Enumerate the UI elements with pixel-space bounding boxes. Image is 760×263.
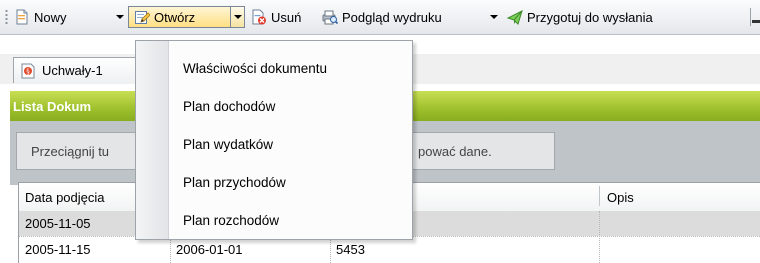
column-header-label: Opis [607, 189, 634, 205]
tab-uchwaly[interactable]: § Uchwały-1 [13, 57, 148, 83]
menu-item-plan-dochodow[interactable]: Plan dochodów [169, 88, 412, 124]
column-divider[interactable] [599, 186, 600, 206]
delete-button[interactable]: Usuń [247, 4, 305, 30]
print-preview-button-label: Podgląd wydruku [342, 9, 442, 25]
toolbar-separator [750, 8, 751, 26]
edit-document-icon [134, 9, 151, 25]
delete-document-icon [251, 9, 267, 25]
print-preview-dropdown-arrow[interactable] [490, 15, 498, 19]
print-preview-icon [322, 9, 339, 25]
cell-number: 5453 [331, 237, 599, 262]
menu-item-document-properties[interactable]: Właściwości dokumentu [169, 50, 412, 86]
menu-item-label: Plan rozchodów [183, 212, 280, 228]
document-icon: § [20, 63, 36, 79]
group-by-box-end: pować dane. [412, 132, 555, 170]
new-button-label: Nowy [34, 9, 67, 25]
prepare-send-icon [506, 9, 523, 25]
tab-uchwaly-label: Uchwały-1 [42, 63, 103, 78]
menu-item-plan-przychodow[interactable]: Plan przychodów [169, 164, 412, 200]
prepare-send-button[interactable]: Przygotuj do wysłania [503, 4, 657, 30]
open-button-label: Otwórz [154, 9, 196, 25]
prepare-send-button-label: Przygotuj do wysłania [527, 9, 653, 25]
panel-title: Lista Dokum [13, 98, 92, 114]
print-preview-button[interactable]: Podgląd wydruku [318, 4, 446, 30]
cell-data-podjecia: 2005-11-15 [20, 237, 170, 262]
menu-item-plan-rozchodow[interactable]: Plan rozchodów [169, 202, 412, 238]
cell-text: 2005-11-15 [25, 242, 91, 257]
group-by-hint-end: pować dane. [418, 143, 492, 159]
cell-text: 2005-11-05 [25, 216, 91, 231]
menu-item-label: Plan wydatków [183, 136, 274, 152]
new-dropdown-arrow[interactable] [116, 15, 124, 19]
cell-date-2: 2006-01-01 [171, 237, 330, 262]
grid-line [599, 211, 600, 263]
group-by-hint-start: Przeciągnij tu [31, 143, 110, 159]
menu-item-label: Właściwości dokumentu [183, 60, 328, 76]
column-header-opis[interactable]: Opis [602, 184, 752, 210]
new-button[interactable]: Nowy [10, 4, 71, 30]
cell-text: 2006-01-01 [176, 242, 243, 257]
cell-text: 5453 [336, 242, 365, 257]
delete-button-label: Usuń [271, 9, 302, 25]
toolbar-overflow-icon[interactable] [752, 20, 760, 23]
menu-item-label: Plan przychodów [183, 174, 286, 190]
column-header-label: Data podjęcia [25, 189, 105, 205]
new-document-icon [14, 9, 30, 25]
open-button[interactable]: Otwórz [130, 4, 199, 30]
open-dropdown-arrow[interactable] [231, 6, 245, 28]
menu-icon-gutter [136, 41, 169, 239]
menu-item-label: Plan dochodów [183, 98, 276, 114]
svg-text:§: § [26, 67, 30, 75]
menu-item-plan-wydatkow[interactable]: Plan wydatków [169, 126, 412, 162]
toolbar-grip[interactable] [5, 9, 8, 25]
